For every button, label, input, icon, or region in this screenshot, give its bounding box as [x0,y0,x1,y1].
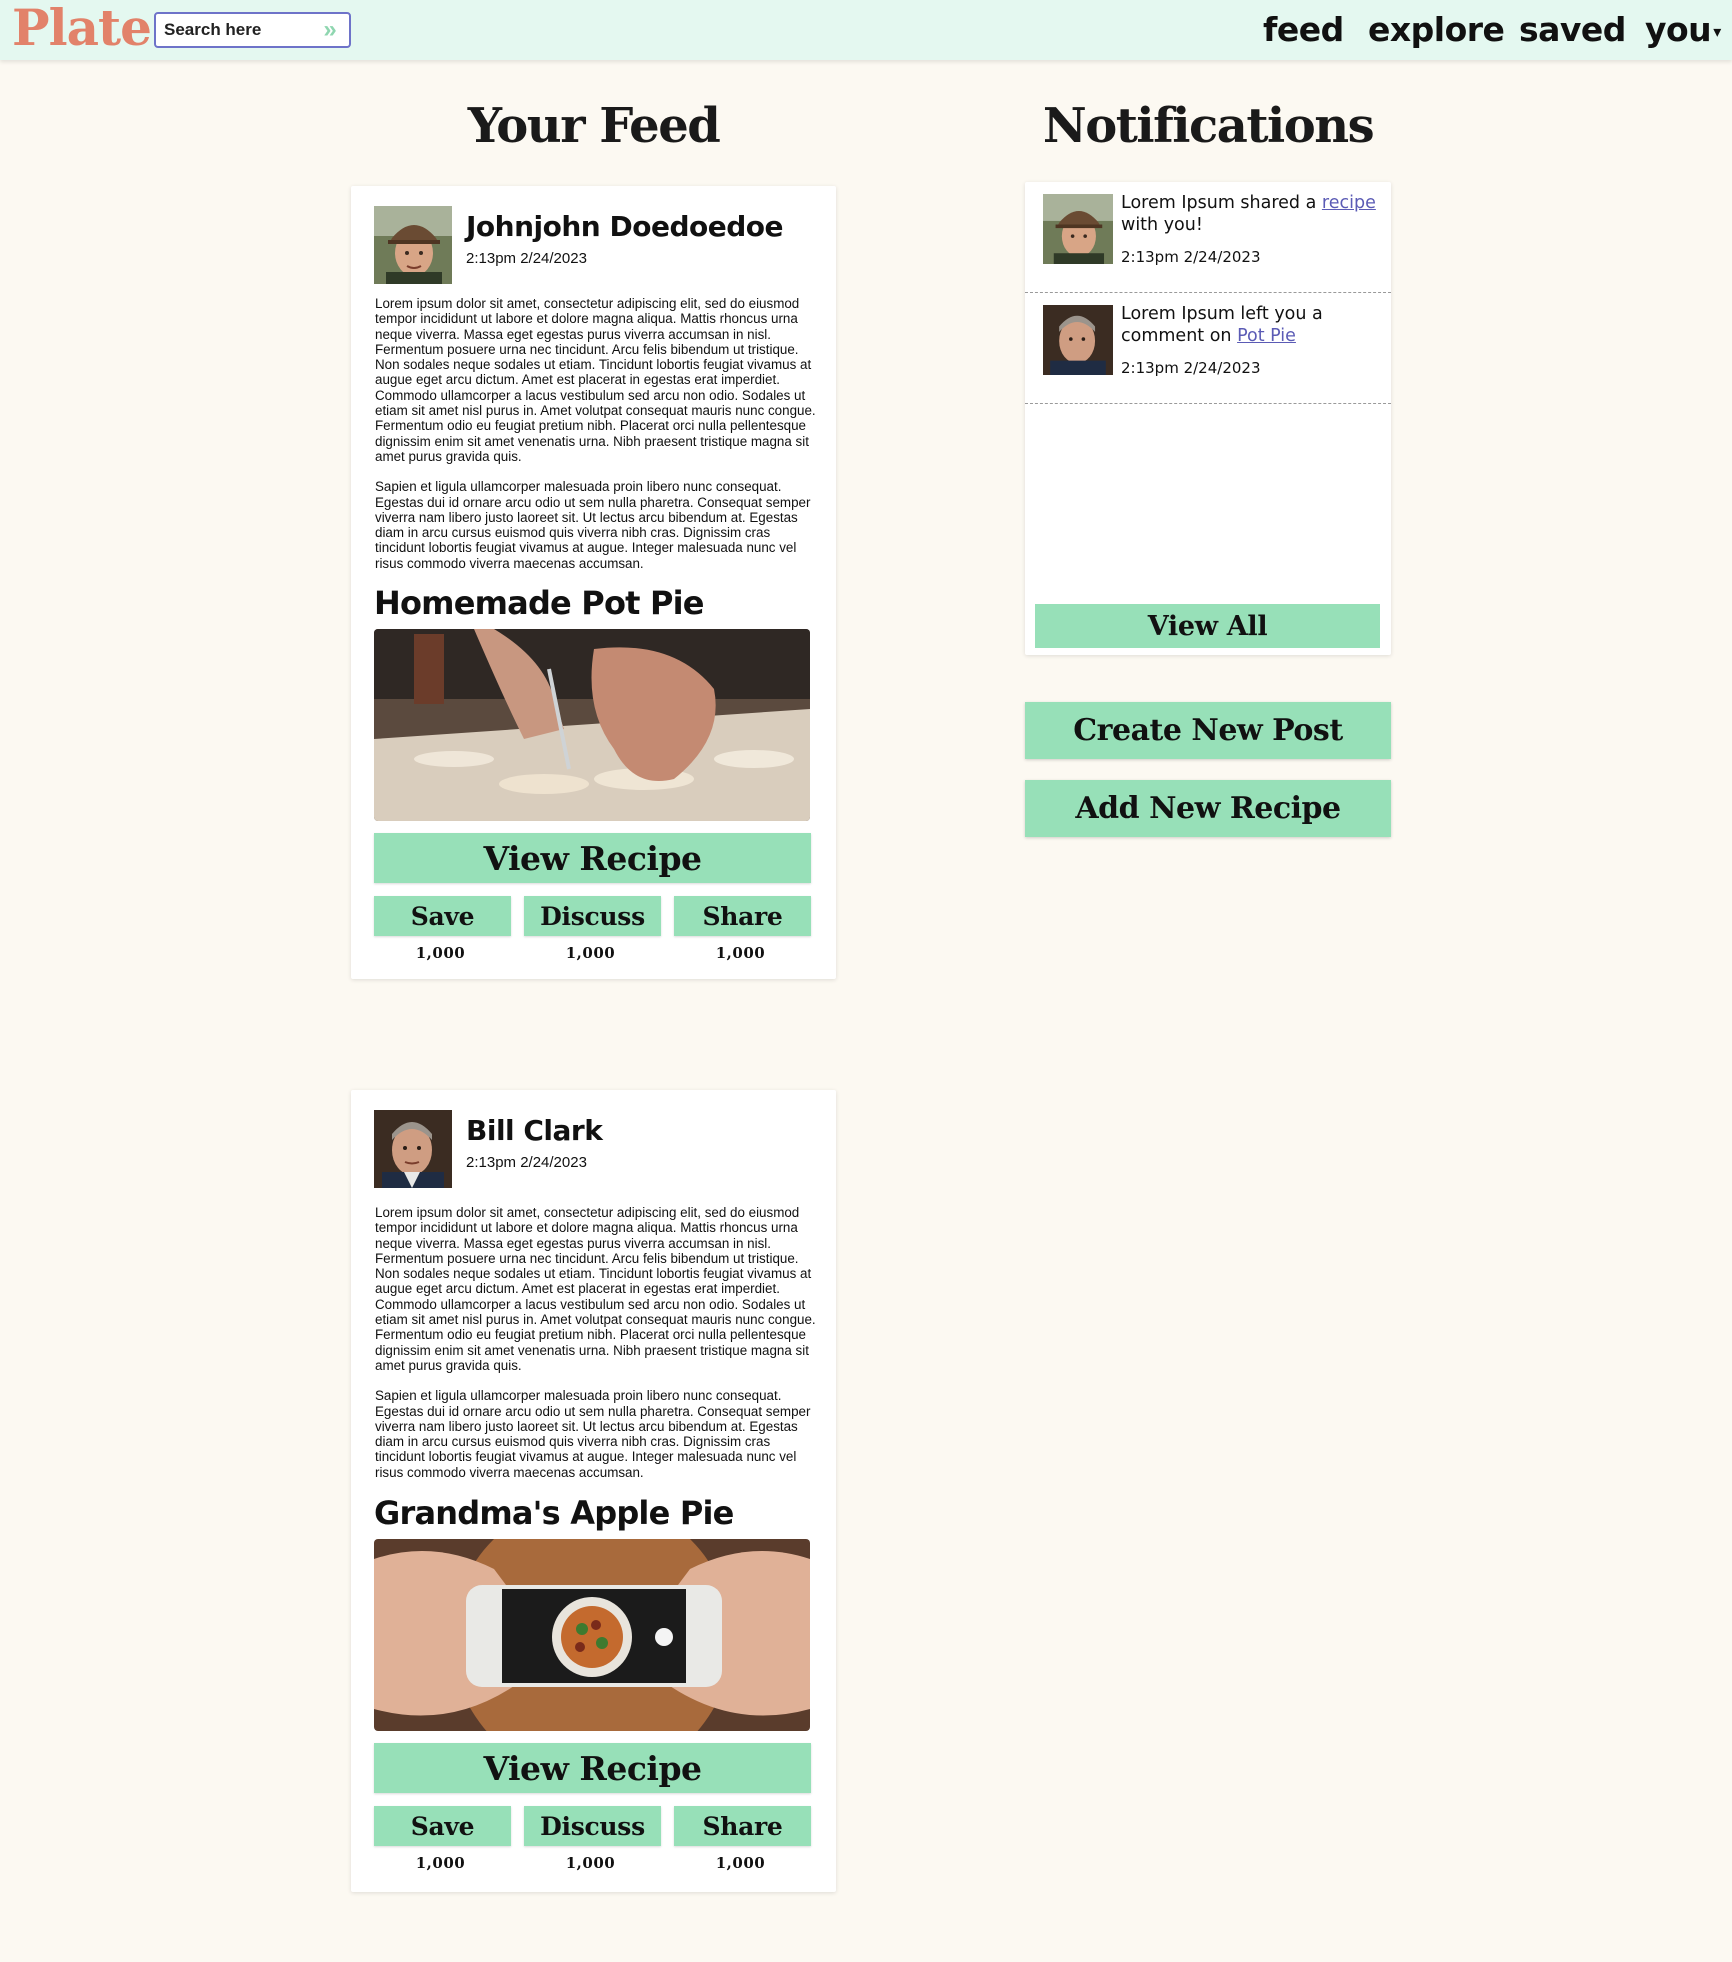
post-card: Bill Clark 2:13pm 2/24/2023 Lorem ipsum … [351,1090,836,1892]
plate-logo[interactable]: Plate [4,0,152,58]
post-paragraph: Sapien et ligula ullamcorper malesuada p… [375,1388,811,1480]
notification-text: Lorem Ipsum shared a recipe with you! [1121,192,1383,236]
save-button[interactable]: Save [374,896,511,936]
nav-you-label: you [1645,10,1712,49]
nav-explore[interactable]: explore [1368,4,1505,56]
discuss-count: 1,000 [565,944,616,962]
post-body: Lorem ipsum dolor sit amet, consectetur … [375,296,817,571]
share-button[interactable]: Share [674,1806,811,1846]
author-name[interactable]: Johnjohn Doedoedoe [466,210,783,243]
notification-message: with you! [1121,215,1203,235]
post-paragraph: Lorem ipsum dolor sit amet, consectetur … [375,1205,816,1373]
share-button[interactable]: Share [674,896,811,936]
notification-item[interactable]: Lorem Ipsum left you a comment on Pot Pi… [1025,293,1391,404]
search-input[interactable] [164,14,314,46]
nav-saved[interactable]: saved [1519,4,1626,56]
save-count: 1,000 [415,1854,466,1872]
author-name[interactable]: Bill Clark [466,1114,603,1147]
create-new-post-button[interactable]: Create New Post [1025,702,1391,759]
add-new-recipe-button[interactable]: Add New Recipe [1025,780,1391,837]
notifications-panel: Lorem Ipsum shared a recipe with you! 2:… [1025,182,1391,655]
avatar[interactable] [374,206,452,284]
notification-text: Lorem Ipsum left you a comment on Pot Pi… [1121,303,1383,347]
recipe-link[interactable]: recipe [1322,193,1376,213]
avatar[interactable] [374,1110,452,1188]
avatar [1043,194,1113,264]
post-card: Johnjohn Doedoedoe 2:13pm 2/24/2023 Lore… [351,186,836,979]
share-count: 1,000 [715,1854,766,1872]
post-body: Lorem ipsum dolor sit amet, consectetur … [375,1205,817,1480]
feed-title: Your Feed [467,98,721,154]
notification-timestamp: 2:13pm 2/24/2023 [1121,359,1261,377]
top-navigation-bar: Plate » feed explore saved you▾ [0,0,1732,60]
save-count: 1,000 [415,944,466,962]
share-count: 1,000 [715,944,766,962]
notification-timestamp: 2:13pm 2/24/2023 [1121,248,1261,266]
view-recipe-button[interactable]: View Recipe [374,1743,811,1793]
view-recipe-button[interactable]: View Recipe [374,833,811,883]
chevron-down-icon: ▾ [1713,21,1721,41]
notifications-title: Notifications [1042,98,1375,154]
recipe-image[interactable] [374,629,810,821]
notification-item[interactable]: Lorem Ipsum shared a recipe with you! 2:… [1025,182,1391,293]
post-paragraph: Lorem ipsum dolor sit amet, consectetur … [375,296,816,464]
logo-text: Plate [12,0,152,57]
notification-message: Lorem Ipsum shared a [1121,193,1322,213]
post-timestamp: 2:13pm 2/24/2023 [466,250,587,267]
post-timestamp: 2:13pm 2/24/2023 [466,1154,587,1171]
double-chevron-right-icon[interactable]: » [317,16,343,44]
save-button[interactable]: Save [374,1806,511,1846]
avatar [1043,305,1113,375]
recipe-title[interactable]: Homemade Pot Pie [374,584,705,622]
discuss-button[interactable]: Discuss [524,896,661,936]
pot-pie-link[interactable]: Pot Pie [1237,326,1296,346]
discuss-count: 1,000 [565,1854,616,1872]
search-box: » [154,12,351,48]
recipe-title[interactable]: Grandma's Apple Pie [374,1494,734,1532]
nav-feed[interactable]: feed [1263,4,1344,56]
discuss-button[interactable]: Discuss [524,1806,661,1846]
nav-you[interactable]: you ▾ [1645,4,1721,56]
view-all-button[interactable]: View All [1035,604,1380,648]
post-paragraph: Sapien et ligula ullamcorper malesuada p… [375,479,811,571]
recipe-image[interactable] [374,1539,810,1731]
